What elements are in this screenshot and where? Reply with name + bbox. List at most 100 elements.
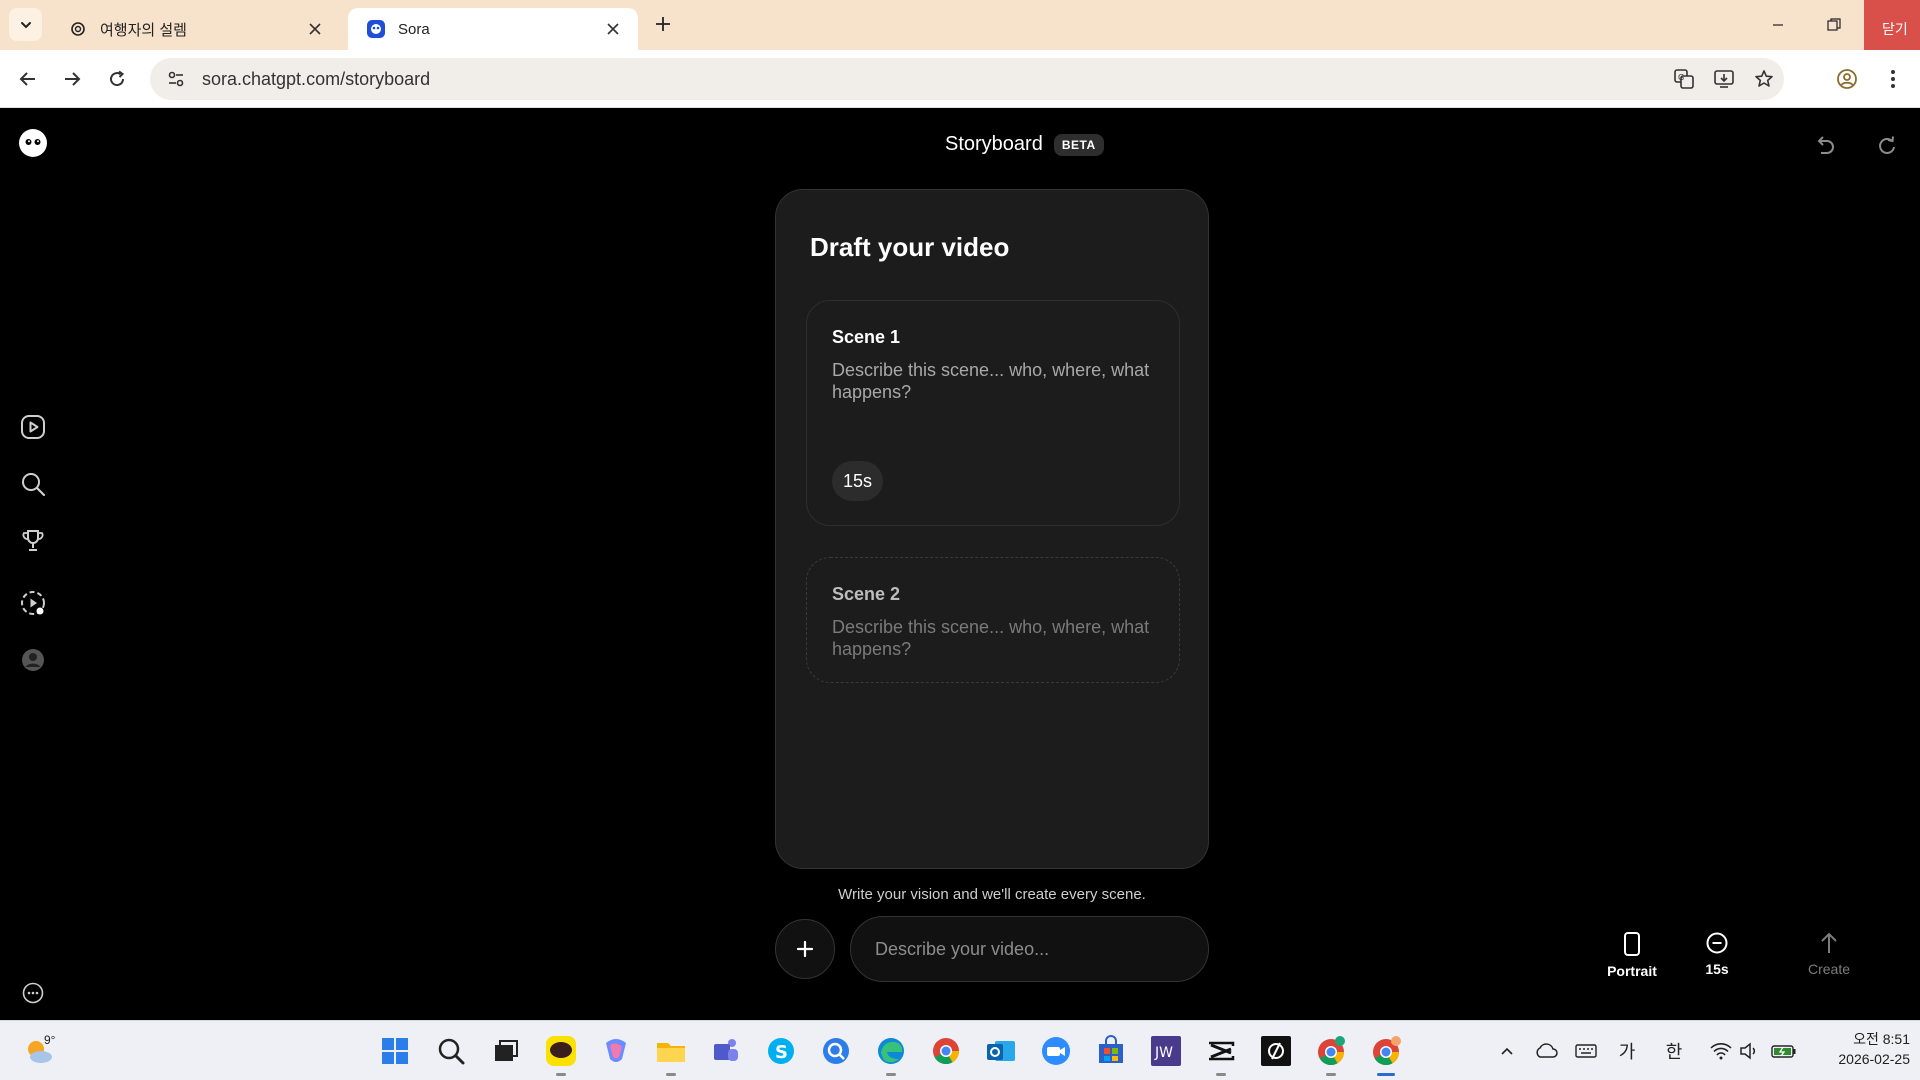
tab-travel[interactable]: 여행자의 설렘 [50,8,340,50]
edge-icon [878,1038,904,1064]
taskbar-app-skype[interactable]: S [763,1033,799,1069]
sidebar-profile-button[interactable] [17,644,49,676]
taskbar-app-chrome-active[interactable] [1368,1033,1404,1076]
running-indicator [666,1073,676,1076]
weather-widget[interactable]: 9° [22,1033,60,1069]
new-tab-button[interactable] [650,11,676,37]
tab-sora[interactable]: Sora [348,8,638,50]
redo-icon [1879,136,1895,154]
battery-charging-icon [1771,1045,1796,1058]
clock[interactable]: 오전 8:51 2026-02-25 [1810,1029,1910,1069]
taskbar-app-chrome-profile[interactable] [1313,1033,1349,1076]
browser-menu-button[interactable] [1876,62,1910,96]
back-button[interactable] [11,62,45,96]
create-button[interactable]: Create [1794,931,1864,977]
clock-date: 2026-02-25 [1838,1051,1910,1067]
kakaotalk-icon [546,1036,576,1066]
play-icon [21,415,45,439]
taskbar-app-edge[interactable] [873,1033,909,1076]
sidebar-storyboard-button[interactable] [17,587,49,619]
install-app-icon[interactable] [1704,58,1744,100]
plus-icon [656,17,670,31]
taskbar-app-black[interactable] [1258,1033,1294,1069]
address-bar[interactable]: sora.chatgpt.com/storyboard G [150,58,1784,100]
taskbar: 9° S JW 가 한 오전 8:51 2026-02-25 [0,1020,1920,1080]
svg-text:G: G [1678,73,1684,82]
close-tab-icon[interactable] [602,18,624,40]
sidebar-featured-button[interactable] [17,525,49,557]
tray-ime-2[interactable]: 한 [1660,1037,1688,1065]
more-options-button[interactable] [17,977,49,1009]
taskbar-app-jw[interactable]: JW [1148,1033,1184,1069]
tray-ime-1[interactable]: 가 [1613,1037,1641,1065]
skype-icon: S [768,1038,794,1064]
taskbar-search-button[interactable] [433,1033,469,1069]
taskbar-app-zoom[interactable] [1038,1033,1074,1069]
svg-text:S: S [775,1042,788,1063]
tab-search-button[interactable] [9,8,42,41]
arrow-right-icon [65,72,81,86]
chrome-icon [933,1038,960,1065]
scene-card[interactable]: Scene 2 Describe this scene... who, wher… [806,557,1180,683]
store-icon [1099,1035,1123,1063]
arrow-up-icon [1821,932,1837,953]
tray-volume[interactable] [1735,1037,1763,1065]
restore-button[interactable] [1806,0,1862,50]
taskbar-app-copilot[interactable] [598,1033,634,1069]
plus-icon [796,940,814,958]
undo-button[interactable] [1810,131,1840,161]
close-window-button[interactable]: 닫기 [1864,0,1920,50]
taskbar-app-capcut[interactable] [1203,1033,1239,1076]
tray-overflow-button[interactable] [1493,1037,1521,1065]
close-tab-icon[interactable] [304,18,326,40]
taskbar-app-outlook[interactable] [983,1033,1019,1069]
url-text: sora.chatgpt.com/storyboard [202,68,431,89]
tray-battery[interactable] [1770,1037,1798,1065]
taskbar-app-store[interactable] [1093,1033,1129,1069]
scene-description-input[interactable]: Describe this scene... who, where, what … [832,359,1162,403]
sparkle-play-icon [21,591,45,615]
scene-card[interactable]: Scene 1 Describe this scene... who, wher… [806,300,1180,526]
browser-toolbar: sora.chatgpt.com/storyboard G [0,50,1920,108]
minimize-button[interactable] [1750,0,1806,50]
chevron-down-icon [20,21,31,28]
more-icon [22,982,44,1004]
beta-badge: BETA [1053,133,1104,156]
sidebar-search-button[interactable] [17,468,49,500]
scene-duration-chip[interactable]: 15s [832,461,884,501]
tray-wifi[interactable] [1707,1037,1735,1065]
sora-logo-icon[interactable] [17,127,49,159]
bookmark-star-icon[interactable] [1744,58,1784,100]
duration-option[interactable]: 15s [1682,931,1752,977]
create-label: Create [1807,961,1851,977]
site-info-icon[interactable] [156,58,196,100]
browser-app-icon [823,1038,849,1064]
tray-onedrive[interactable] [1532,1037,1560,1065]
start-button[interactable] [377,1033,413,1069]
scene-description-input[interactable]: Describe this scene... who, where, what … [832,616,1162,660]
taskbar-app-file-explorer[interactable] [653,1033,689,1076]
reload-button[interactable] [100,62,134,96]
profile-icon [1837,69,1857,89]
scene-name: Scene 2 [832,584,901,604]
page-title-text: Storyboard [945,133,1043,155]
redo-button[interactable] [1871,131,1901,161]
task-view-button[interactable] [488,1033,524,1069]
openai-logo-icon [68,19,88,39]
translate-icon[interactable]: G [1664,58,1704,100]
sidebar-video-button[interactable] [17,411,49,443]
weather-temp: 9° [44,1033,56,1047]
tray-keyboard[interactable] [1572,1037,1600,1065]
add-media-button[interactable] [775,919,835,979]
taskbar-app-chrome[interactable] [928,1033,964,1069]
tab-title: 여행자의 설렘 [100,21,187,39]
orientation-option[interactable]: Portrait [1597,931,1667,979]
teams-icon [714,1039,738,1061]
taskbar-app-teams[interactable] [708,1033,744,1069]
forward-button[interactable] [55,62,89,96]
profile-button[interactable] [1830,62,1864,96]
taskbar-app-kakaotalk[interactable] [543,1033,579,1076]
taskbar-app-browser[interactable] [818,1033,854,1069]
trophy-icon [22,530,44,551]
video-prompt-input[interactable] [850,916,1209,982]
